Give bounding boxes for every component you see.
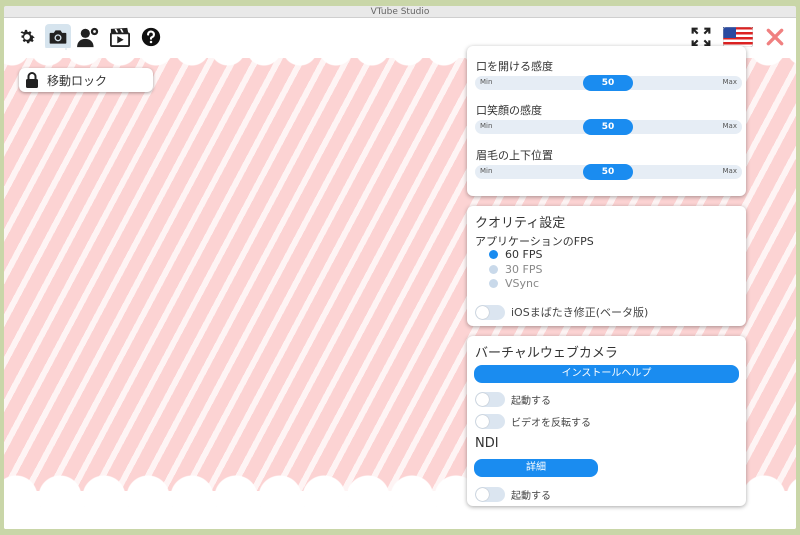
toggle-switch[interactable] [475, 304, 505, 320]
fps-label: アプリケーションのFPS [475, 235, 594, 248]
clapperboard-icon [110, 27, 130, 47]
app-window: VTube Studio 移動ロック 口を開ける感度 Min 50 Max 口笑… [4, 6, 796, 529]
camera-button[interactable] [45, 24, 71, 50]
webcam-start-toggle[interactable]: 起動する [475, 392, 551, 407]
fps-option-30[interactable]: 30 FPS [489, 263, 542, 276]
slider-brow-position[interactable]: Min 50 Max [475, 164, 742, 180]
slider-mouth-smile[interactable]: Min 50 Max [475, 119, 742, 135]
slider-thumb[interactable]: 50 [583, 119, 633, 135]
move-lock-button[interactable]: 移動ロック [19, 68, 153, 92]
slider-mouth-open[interactable]: Min 50 Max [475, 75, 742, 91]
slider-label-brow-position: 眉毛の上下位置 [476, 149, 553, 162]
install-help-button[interactable]: インストールヘルプ [474, 365, 739, 383]
help-button[interactable] [138, 24, 164, 50]
settings-button[interactable] [14, 24, 40, 50]
lock-icon [26, 72, 38, 88]
slider-min-label: Min [480, 78, 493, 86]
ios-blink-fix-label: iOSまばたき修正(ベータ版) [511, 306, 649, 319]
fullscreen-icon [691, 27, 711, 47]
radio-unselected-icon [489, 279, 498, 288]
window-title: VTube Studio [4, 6, 796, 18]
ios-blink-fix-toggle[interactable]: iOSまばたき修正(ベータ版) [475, 304, 648, 320]
radio-selected-icon [489, 250, 498, 259]
model-settings-button[interactable] [76, 24, 102, 50]
flip-video-label: ビデオを反転する [511, 418, 591, 429]
scene-button[interactable] [107, 24, 133, 50]
ndi-start-label: 起動する [511, 491, 551, 502]
close-button[interactable] [762, 24, 788, 50]
fps-option-vsync[interactable]: VSync [489, 277, 539, 290]
virtual-webcam-panel: バーチャルウェブカメラ インストールヘルプ 起動する ビデオを反転する NDI … [467, 336, 746, 506]
ndi-details-button[interactable]: 詳細 [474, 459, 598, 477]
slider-max-label: Max [722, 78, 737, 86]
ndi-title: NDI [475, 436, 499, 451]
fps-option-label: 30 FPS [505, 263, 543, 276]
slider-thumb[interactable]: 50 [583, 75, 633, 91]
virtual-webcam-title: バーチャルウェブカメラ [475, 346, 618, 361]
slider-min-label: Min [480, 167, 493, 175]
radio-unselected-icon [489, 265, 498, 274]
flip-video-toggle[interactable]: ビデオを反転する [475, 414, 591, 429]
move-lock-label: 移動ロック [47, 73, 108, 88]
slider-thumb[interactable]: 50 [583, 164, 633, 180]
toggle-switch[interactable] [475, 414, 505, 429]
fps-option-label: VSync [505, 277, 540, 290]
webcam-start-label: 起動する [511, 396, 551, 407]
slider-label-mouth-open: 口を開ける感度 [476, 60, 553, 73]
fps-option-60[interactable]: 60 FPS [489, 248, 542, 261]
ndi-start-toggle[interactable]: 起動する [475, 487, 551, 502]
camera-icon [49, 30, 67, 44]
help-icon [141, 27, 161, 47]
slider-label-mouth-smile: 口笑顔の感度 [476, 104, 542, 117]
close-icon [766, 28, 784, 46]
slider-max-label: Max [722, 167, 737, 175]
toggle-switch[interactable] [475, 392, 505, 407]
slider-min-label: Min [480, 122, 493, 130]
fps-option-label: 60 FPS [505, 248, 543, 261]
slider-max-label: Max [722, 122, 737, 130]
user-settings-icon [77, 27, 99, 48]
us-flag-icon [723, 27, 753, 47]
sensitivity-panel: 口を開ける感度 Min 50 Max 口笑顔の感度 Min 50 Max 眉毛の… [467, 46, 746, 196]
gear-icon [20, 29, 35, 44]
quality-panel: クオリティ設定 アプリケーションのFPS 60 FPS 30 FPS VSync… [467, 206, 746, 326]
toggle-switch[interactable] [475, 487, 505, 502]
quality-title: クオリティ設定 [475, 216, 566, 231]
